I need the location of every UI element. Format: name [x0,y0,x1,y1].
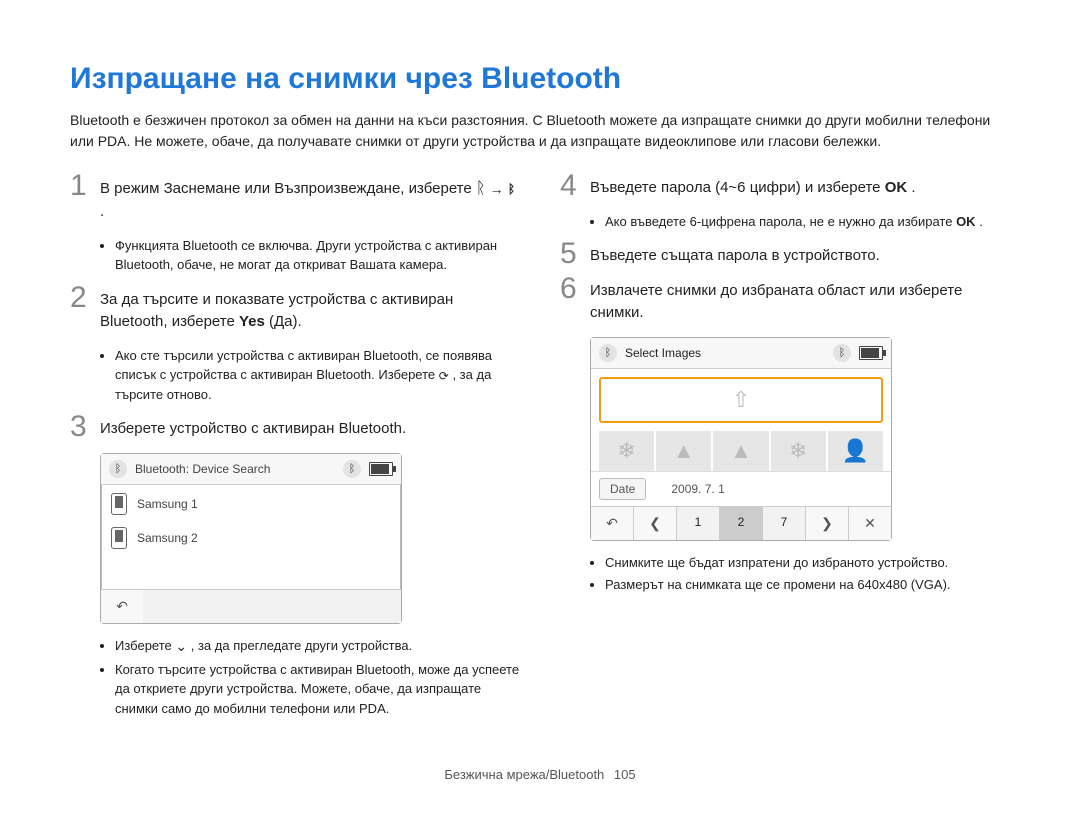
page-num-7[interactable]: 7 [763,507,806,540]
antenna-icon: ᚱ [476,177,486,201]
device-name: Samsung 2 [137,531,198,545]
thumbnail-row: ❄ ▲ ▲ ❄ 👤 [591,431,891,471]
step-1-text: В режим Заснемане или Възпроизвеждане, и… [100,177,520,224]
step-6: 6 Извлачете снимки до избраната област и… [560,280,1010,325]
step-number: 6 [560,272,577,306]
step-6-text: Извлачете снимки до избраната област или… [590,280,1010,325]
intro-paragraph: Bluetooth е безжичен протокол за обмен н… [70,110,1010,152]
step-1-bullet-1: Функцията Bluetooth се включва. Други ус… [115,236,520,275]
date-button[interactable]: Date [599,478,646,500]
close-button[interactable]: ✕ [849,507,891,540]
page-footer: Безжична мрежа/Bluetooth 105 [70,767,1010,782]
step-6-bullet-1: Снимките ще бъдат изпратени до избраното… [605,553,1010,573]
battery-icon [369,462,393,476]
step-4: 4 Въведете парола (4~6 цифри) и изберете… [560,177,1010,200]
step-4-bullet-a: Ако въведете 6-цифрена парола, не е нужн… [605,214,956,229]
phone-icon [111,493,127,515]
shot-title: Select Images [625,346,833,360]
step-5: 5 Въведете същата парола в устройството. [560,245,1010,268]
step-number: 1 [70,169,87,203]
next-button[interactable]: ❯ [806,507,849,540]
refresh-icon: ⟳ [439,367,449,385]
step-4-bullets: Ако въведете 6-цифрена парола, не е нужн… [560,212,1010,232]
content-columns: 1 В режим Заснемане или Възпроизвеждане,… [70,177,1010,732]
step-2-text-b: (Да). [269,313,302,330]
dropzone[interactable]: ⇧ [599,377,883,423]
chevron-down-icon: ⌄ [175,636,187,657]
step-1-bullets: Функцията Bluetooth се включва. Други ус… [70,236,520,275]
step-1-text-a: В режим Заснемане или Възпроизвеждане, и… [100,180,476,197]
back-button[interactable]: ↶ [101,590,143,623]
bluetooth-status-icon: ᛒ [109,460,127,478]
phone-icon [111,527,127,549]
battery-icon [859,346,883,360]
device-name: Samsung 1 [137,497,198,511]
shot-footer: ↶ ❮ 1 2 7 ❯ ✕ [591,506,891,540]
step-1-text-c: . [100,203,104,220]
step-number: 3 [70,410,87,444]
back-button[interactable]: ↶ [591,507,634,540]
step-4-text-a: Въведете парола (4~6 цифри) и изберете [590,179,885,196]
thumbnail[interactable]: 👤 [828,431,883,471]
bluetooth-status-icon: ᛒ [599,344,617,362]
step-3-bullets: Изберете ⌄ , за да прегледате други устр… [70,636,520,719]
step-4-bold: OK [885,179,908,196]
step-4-text-b: . [911,179,915,196]
step-2-bold: Yes [239,313,265,330]
date-value: 2009. 7. 1 [671,482,724,496]
bluetooth-device-search-screenshot: ᛒ Bluetooth: Device Search ᛒ Samsung 1 S… [100,453,402,624]
step-2-bullets: Ако сте търсили устройства с активиран B… [70,346,520,405]
device-row[interactable]: Samsung 2 [109,521,393,555]
step-1: 1 В режим Заснемане или Възпроизвеждане,… [70,177,520,224]
step-6-bullet-2: Размерът на снимката ще се промени на 64… [605,575,1010,595]
step-4-bullet-bold: OK [956,214,976,229]
step-number: 5 [560,237,577,271]
right-column: 4 Въведете парола (4~6 цифри) и изберете… [560,177,1010,732]
step-2-bullet-1: Ако сте търсили устройства с активиран B… [115,346,520,405]
thumbnail[interactable]: ▲ [713,431,768,471]
step-2-bullet-a: Ако сте търсили устройства с активиран B… [115,348,492,383]
device-list: Samsung 1 Samsung 2 [101,485,401,589]
device-row[interactable]: Samsung 1 [109,487,393,521]
step-3-bullet-2: Когато търсите устройства с активиран Bl… [115,660,520,719]
shot-header: ᛒ Select Images ᛒ [591,338,891,369]
step-3-bullet-a: Изберете [115,638,175,653]
bluetooth-status-icon: ᛒ [343,460,361,478]
prev-button[interactable]: ❮ [634,507,677,540]
step-4-bullet-1: Ако въведете 6-цифрена парола, не е нужн… [605,212,1010,232]
step-3-bullet-1: Изберете ⌄ , за да прегледате други устр… [115,636,520,657]
step-number: 4 [560,169,577,203]
thumbnail[interactable]: ▲ [656,431,711,471]
page-num-1[interactable]: 1 [677,507,720,540]
step-2: 2 За да търсите и показвате устройства с… [70,289,520,334]
step-3-bullet-a2: , за да прегледате други устройства. [191,638,413,653]
step-number: 2 [70,281,87,315]
step-2-text: За да търсите и показвате устройства с а… [100,289,520,334]
step-4-text: Въведете парола (4~6 цифри) и изберете O… [590,177,1010,200]
thumbnail[interactable]: ❄ [599,431,654,471]
page-title: Изпращане на снимки чрез Bluetooth [70,62,1010,96]
step-4-bullet-b: . [979,214,983,229]
date-bar: Date 2009. 7. 1 [591,471,891,506]
footer-section: Безжична мрежа/Bluetooth [444,767,604,782]
bluetooth-icon: ᛒ [508,180,515,198]
step-5-text: Въведете същата парола в устройството. [590,245,1010,268]
step-3-text: Изберете устройство с активиран Bluetoot… [100,418,520,441]
page: Изпращане на снимки чрез Bluetooth Bluet… [0,0,1080,812]
step-6-bullets: Снимките ще бъдат изпратени до избраното… [560,553,1010,595]
step-3: 3 Изберете устройство с активиран Blueto… [70,418,520,441]
shot-title: Bluetooth: Device Search [135,462,343,476]
page-num-2[interactable]: 2 [720,507,763,540]
thumbnail[interactable]: ❄ [771,431,826,471]
arrow-right-icon: → [490,179,504,200]
shot-footer: ↶ [101,589,401,623]
shot-header: ᛒ Bluetooth: Device Search ᛒ [101,454,401,485]
footer-page-number: 105 [614,767,636,782]
select-images-screenshot: ᛒ Select Images ᛒ ⇧ ❄ ▲ ▲ ❄ 👤 Date [590,337,892,541]
arrow-up-icon: ⇧ [732,387,750,413]
left-column: 1 В режим Заснемане или Възпроизвеждане,… [70,177,520,732]
bluetooth-status-icon: ᛒ [833,344,851,362]
